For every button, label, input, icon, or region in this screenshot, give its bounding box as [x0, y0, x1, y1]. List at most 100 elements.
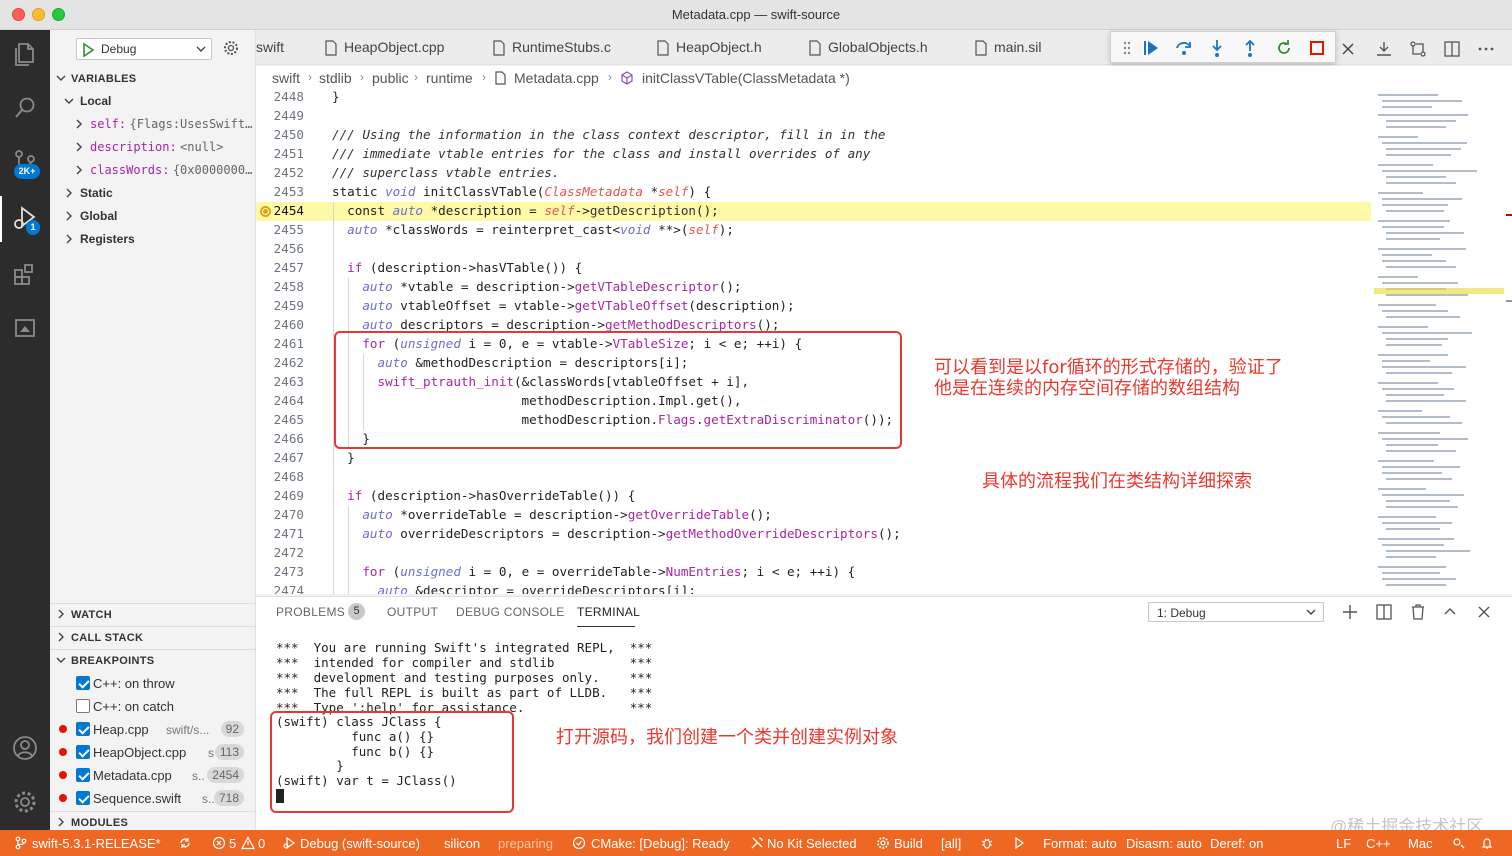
- tab-swift[interactable]: swift: [256, 30, 306, 65]
- stop-icon[interactable]: [1307, 38, 1327, 58]
- tab-runtimestubs-c[interactable]: RuntimeStubs.c: [492, 30, 642, 65]
- breadcrumb-item[interactable]: Metadata.cpp: [514, 70, 599, 86]
- breakpoint-checkbox[interactable]: [76, 722, 90, 736]
- debug-settings-gear-icon[interactable]: [222, 39, 240, 57]
- step-out-icon[interactable]: [1240, 38, 1260, 58]
- bell-icon[interactable]: [1480, 836, 1494, 850]
- step-over-icon[interactable]: [1174, 38, 1194, 58]
- breakpoints-section-header[interactable]: BREAKPOINTS: [50, 649, 256, 671]
- breakpoint-checkbox[interactable]: [76, 676, 90, 690]
- scope-local[interactable]: Local: [64, 91, 254, 113]
- status-warnings[interactable]: 0: [258, 836, 265, 851]
- status-platform[interactable]: Mac: [1408, 836, 1433, 851]
- variable-row[interactable]: classWords: {0x0000000…: [74, 160, 254, 182]
- variables-section-header[interactable]: VARIABLES: [50, 68, 256, 90]
- status-build[interactable]: Build: [894, 836, 923, 851]
- continue-icon[interactable]: [1141, 38, 1161, 58]
- code-line: auto &descriptor = overrideDescriptors[i…: [377, 583, 696, 594]
- breadcrumb-item[interactable]: runtime: [426, 70, 473, 86]
- breadcrumb-item[interactable]: public: [372, 70, 409, 86]
- status-disasm[interactable]: Disasm: auto: [1126, 836, 1202, 851]
- status-branch[interactable]: swift-5.3.1-RELEASE*: [32, 836, 161, 851]
- breakpoint-file: HeapObject.cpp: [93, 745, 187, 760]
- watch-section-header[interactable]: WATCH: [50, 603, 256, 625]
- variable-row[interactable]: self: {Flags:UsesSwift…: [74, 114, 254, 136]
- breakpoint-row[interactable]: Metadata.cpp s.. 2454: [50, 764, 256, 786]
- feedback-icon[interactable]: [1452, 836, 1466, 850]
- exception-breakpoint-throw[interactable]: C++: on throw: [50, 672, 256, 694]
- status-cmake[interactable]: CMake: [Debug]: Ready: [591, 836, 730, 851]
- step-into-icon[interactable]: [1207, 38, 1227, 58]
- explorer-icon[interactable]: [9, 38, 41, 70]
- terminal-highlight-box: [270, 711, 514, 813]
- chevron-right-icon: ›: [608, 70, 612, 84]
- status-silicon[interactable]: silicon: [444, 836, 480, 851]
- breakpoint-checkbox[interactable]: [76, 745, 90, 759]
- more-actions-icon[interactable]: [1476, 39, 1496, 59]
- split-editor-icon[interactable]: [1442, 39, 1462, 59]
- maximize-panel-chevron-up-icon[interactable]: [1440, 602, 1460, 622]
- breadcrumb-item[interactable]: stdlib: [319, 70, 352, 86]
- scope-label: Static: [80, 186, 113, 200]
- tab-heapobject-cpp[interactable]: HeapObject.cpp: [324, 30, 474, 65]
- sync-icon[interactable]: [178, 836, 192, 850]
- scope-static[interactable]: Static: [64, 183, 254, 205]
- terminal-select[interactable]: 1: Debug: [1148, 602, 1324, 622]
- status-target[interactable]: [all]: [941, 836, 961, 851]
- tab-main-sil[interactable]: main.sil: [974, 30, 1084, 65]
- search-icon[interactable]: [9, 92, 41, 124]
- scope-registers[interactable]: Registers: [64, 229, 254, 251]
- tab-output[interactable]: OUTPUT: [387, 605, 438, 619]
- trash-icon[interactable]: [1408, 602, 1428, 622]
- breadcrumb-item[interactable]: swift: [272, 70, 300, 86]
- run-icon[interactable]: [1012, 836, 1026, 850]
- debug-config-select[interactable]: Debug: [76, 38, 212, 60]
- status-eol[interactable]: LF: [1336, 836, 1351, 851]
- tab-globalobjects-h[interactable]: GlobalObjects.h: [808, 30, 958, 65]
- account-icon[interactable]: [9, 732, 41, 764]
- debug-floating-toolbar: [1110, 31, 1336, 63]
- status-deref[interactable]: Deref: on: [1210, 836, 1263, 851]
- status-kit[interactable]: No Kit Selected: [767, 836, 857, 851]
- tab-problems[interactable]: PROBLEMS: [276, 605, 345, 619]
- status-debug-session[interactable]: Debug (swift-source): [300, 836, 420, 851]
- scope-global[interactable]: Global: [64, 206, 254, 228]
- tab-heapobject-h[interactable]: HeapObject.h: [656, 30, 796, 65]
- exception-breakpoint-catch[interactable]: C++: on catch: [50, 695, 256, 717]
- tab-terminal[interactable]: TERMINAL: [577, 605, 640, 619]
- status-errors[interactable]: 5: [229, 836, 236, 851]
- start-debug-icon[interactable]: [81, 42, 95, 58]
- breakpoint-path: s: [208, 746, 214, 760]
- remote-explorer-icon[interactable]: [9, 312, 41, 344]
- indent-guide: [348, 506, 349, 594]
- status-preparing: preparing: [498, 836, 553, 851]
- status-format[interactable]: Format: auto: [1043, 836, 1117, 851]
- debug-bug-icon[interactable]: [980, 836, 994, 850]
- call-stack-section-header[interactable]: CALL STACK: [50, 626, 256, 648]
- drag-handle-icon[interactable]: [1117, 38, 1137, 58]
- variable-value: <null>: [180, 140, 224, 154]
- breakpoint-checkbox[interactable]: [76, 768, 90, 782]
- breakpoint-checkbox[interactable]: [76, 791, 90, 805]
- close-panel-icon[interactable]: [1474, 602, 1494, 622]
- breakpoint-row[interactable]: HeapObject.cpp s 113: [50, 741, 256, 763]
- tab-debug-console[interactable]: DEBUG CONSOLE: [456, 605, 565, 619]
- variable-row[interactable]: description: <null>: [74, 137, 254, 159]
- extensions-icon[interactable]: [9, 258, 41, 290]
- breadcrumb-item[interactable]: initClassVTable(ClassMetadata *): [642, 70, 850, 86]
- watch-title: WATCH: [71, 609, 113, 621]
- minimap[interactable]: [1374, 90, 1504, 594]
- split-terminal-icon[interactable]: [1374, 602, 1394, 622]
- download-icon[interactable]: [1374, 39, 1394, 59]
- breakpoint-row[interactable]: Heap.cpp swift/s... 92: [50, 718, 256, 740]
- restart-icon[interactable]: [1274, 38, 1294, 58]
- line-number: 2456: [273, 241, 304, 256]
- new-terminal-plus-icon[interactable]: [1340, 602, 1360, 622]
- manage-gear-icon[interactable]: [9, 786, 41, 818]
- code-line: static void initClassVTable(ClassMetadat…: [332, 184, 712, 199]
- status-language[interactable]: C++: [1366, 836, 1391, 851]
- breakpoint-row[interactable]: Sequence.swift s.. 718: [50, 787, 256, 809]
- close-icon[interactable]: [1338, 39, 1358, 59]
- breakpoint-checkbox[interactable]: [76, 699, 90, 713]
- compare-changes-icon[interactable]: [1408, 39, 1428, 59]
